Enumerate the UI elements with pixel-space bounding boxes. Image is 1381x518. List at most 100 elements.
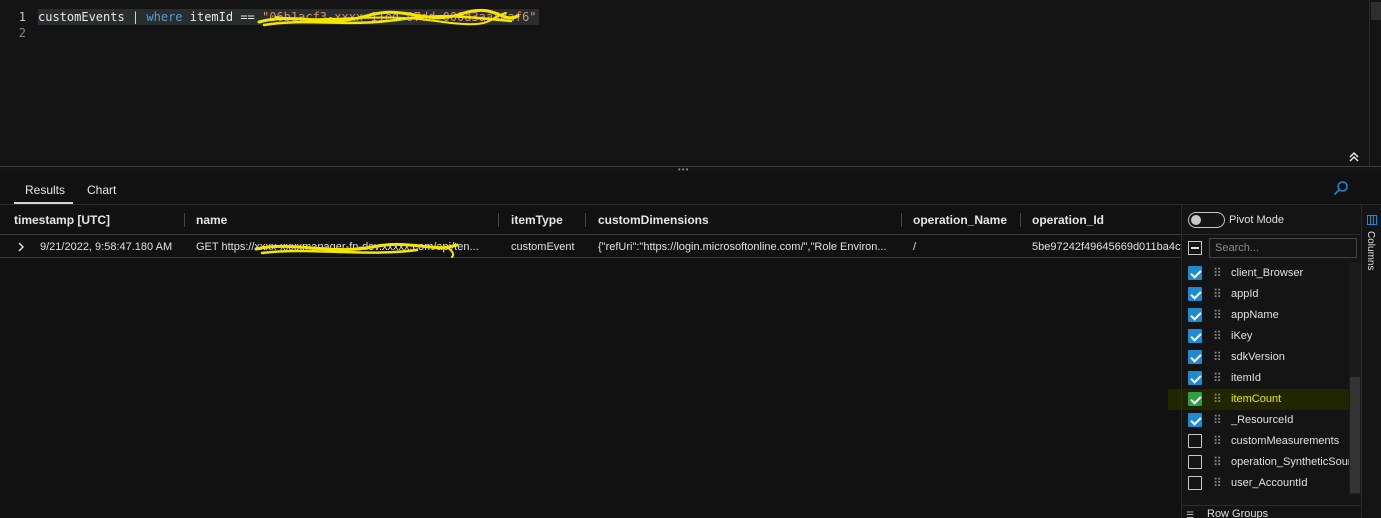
column-checkbox[interactable] xyxy=(1188,266,1202,280)
column-list: ⠿ client_Browser ⠿ appId ⠿ appName ⠿ iKe… xyxy=(1182,263,1350,495)
column-item[interactable]: ⠿ itemId xyxy=(1182,368,1350,389)
side-tab-columns[interactable]: Columns xyxy=(1362,213,1381,283)
query-pipe: | xyxy=(124,10,147,24)
columns-icon xyxy=(1367,215,1377,225)
pivot-mode-row: Pivot Mode xyxy=(1182,205,1362,235)
column-item[interactable]: ⠿ appName xyxy=(1182,305,1350,326)
query-keyword: where xyxy=(146,10,183,24)
column-header-customdimensions[interactable]: customDimensions xyxy=(584,205,709,235)
column-checkbox[interactable] xyxy=(1188,434,1202,448)
table-row[interactable]: 9/21/2022, 9:58:47.180 AM GET https://xx… xyxy=(0,236,1181,258)
column-item[interactable]: ⠿ sdkVersion xyxy=(1182,347,1350,368)
column-item-label: operation_SyntheticSource xyxy=(1231,456,1350,468)
column-item[interactable]: ⠿ appId xyxy=(1182,284,1350,305)
column-header-operation-name[interactable]: operation_Name xyxy=(899,205,1007,235)
pivot-mode-label: Pivot Mode xyxy=(1229,214,1285,226)
columns-tool-panel: Pivot Mode ⠿ client_Browser ⠿ appId ⠿ ap… xyxy=(1181,205,1362,518)
editor-scrollbar-thumb[interactable] xyxy=(1371,2,1381,20)
results-grid: timestamp [UTC] name itemType customDime… xyxy=(0,205,1181,518)
query-editor[interactable]: 1 customEvents | where itemId == "06b1ac… xyxy=(0,0,1381,166)
line-number: 2 xyxy=(18,26,26,40)
drag-handle-icon[interactable]: ⠿ xyxy=(1213,433,1222,449)
drag-handle-icon[interactable]: ⠿ xyxy=(1213,391,1222,407)
tab-results[interactable]: Results xyxy=(14,176,74,204)
cell-timestamp[interactable]: 9/21/2022, 9:58:47.180 AM xyxy=(40,236,182,258)
collapse-editor-icon[interactable] xyxy=(1347,150,1361,164)
column-checkbox[interactable] xyxy=(1188,455,1202,469)
column-item-label: sdkVersion xyxy=(1231,351,1285,363)
line-number: 1 xyxy=(18,10,26,24)
column-item-label: user_AccountId xyxy=(1231,477,1308,489)
column-search-input[interactable] xyxy=(1209,238,1357,258)
column-item[interactable]: ⠿ client_Browser xyxy=(1182,263,1350,284)
highlight-marker xyxy=(1168,389,1182,410)
column-item-label: itemId xyxy=(1231,372,1261,384)
column-item[interactable]: ⠿ operation_SyntheticSource xyxy=(1182,452,1350,473)
column-checkbox[interactable] xyxy=(1188,308,1202,322)
column-checkbox[interactable] xyxy=(1188,392,1202,406)
cell-itemtype[interactable]: customEvent xyxy=(511,236,585,258)
column-item[interactable]: ⠿ user_AccountId xyxy=(1182,473,1350,494)
column-header-timestamp[interactable]: timestamp [UTC] xyxy=(0,205,110,235)
column-item-label: customMeasurements xyxy=(1231,435,1340,447)
drag-handle-icon[interactable]: ⠿ xyxy=(1213,454,1222,470)
side-tab-columns-label: Columns xyxy=(1365,231,1376,271)
search-results-icon[interactable] xyxy=(1333,180,1349,196)
column-list-scrollbar-thumb[interactable] xyxy=(1350,377,1360,493)
editor-scrollbar[interactable] xyxy=(1369,0,1381,166)
drag-handle-icon[interactable]: ⠿ xyxy=(1213,475,1222,491)
result-tabs: Results Chart xyxy=(0,176,1381,204)
cell-operation-name[interactable]: / xyxy=(913,236,1013,258)
drag-handle-icon[interactable]: ⠿ xyxy=(1213,370,1222,386)
splitter-grip-icon[interactable]: ••• xyxy=(678,166,689,174)
row-groups-icon: ☰ xyxy=(1186,510,1195,518)
drag-handle-icon[interactable]: ⠿ xyxy=(1213,412,1222,428)
pane-splitter[interactable]: ••• xyxy=(0,166,1381,174)
expand-row-icon[interactable] xyxy=(16,236,28,258)
column-item-label: appName xyxy=(1231,309,1279,321)
column-item[interactable]: ⠿ _ResourceId xyxy=(1182,410,1350,431)
editor-line-2[interactable]: 2 xyxy=(0,25,1370,41)
column-item[interactable]: ⠿ itemCount xyxy=(1182,389,1350,410)
column-checkbox[interactable] xyxy=(1188,371,1202,385)
column-header-operation-id[interactable]: operation_Id xyxy=(1018,205,1104,235)
tab-chart[interactable]: Chart xyxy=(87,176,116,204)
query-table: customEvents xyxy=(38,10,125,24)
column-header-name[interactable]: name xyxy=(182,205,227,235)
column-checkbox[interactable] xyxy=(1188,350,1202,364)
column-item-label: iKey xyxy=(1231,330,1253,342)
select-all-columns-checkbox[interactable] xyxy=(1188,241,1202,255)
column-list-scrollbar[interactable] xyxy=(1349,263,1361,495)
column-header-itemtype[interactable]: itemType xyxy=(497,205,563,235)
column-item-label: appId xyxy=(1231,288,1259,300)
column-item-label: _ResourceId xyxy=(1231,414,1294,426)
drag-handle-icon[interactable]: ⠿ xyxy=(1213,286,1222,302)
pivot-mode-toggle[interactable] xyxy=(1188,212,1225,228)
drag-handle-icon[interactable]: ⠿ xyxy=(1213,307,1222,323)
query-field: itemId == xyxy=(182,10,262,24)
query-value: "06b1acf3-xxxx-11ed-97dd-000d3aa44af6" xyxy=(262,10,537,24)
toggle-knob xyxy=(1191,215,1201,225)
column-item[interactable]: ⠿ customMeasurements xyxy=(1182,431,1350,452)
column-checkbox[interactable] xyxy=(1188,329,1202,343)
column-checkbox[interactable] xyxy=(1188,413,1202,427)
column-item-label: client_Browser xyxy=(1231,267,1304,279)
drag-handle-icon[interactable]: ⠿ xyxy=(1213,349,1222,365)
drag-handle-icon[interactable]: ⠿ xyxy=(1213,265,1222,281)
side-tabs: Columns xyxy=(1361,205,1381,518)
column-checkbox[interactable] xyxy=(1188,287,1202,301)
cell-operation-id[interactable]: 5be97242f49645669d011ba4cfa xyxy=(1032,236,1181,258)
cell-customdimensions[interactable]: {"refUri":"https://login.microsoftonline… xyxy=(598,236,898,258)
query-text[interactable]: customEvents | where itemId == "06b1acf3… xyxy=(38,9,539,25)
drag-handle-icon[interactable]: ⠿ xyxy=(1213,328,1222,344)
tab-results-label: Results xyxy=(25,183,66,197)
column-item-label: itemCount xyxy=(1231,393,1282,405)
editor-line-1[interactable]: 1 customEvents | where itemId == "06b1ac… xyxy=(0,9,1370,25)
column-item[interactable]: ⠿ iKey xyxy=(1182,326,1350,347)
row-groups-label: Row Groups xyxy=(1207,508,1269,518)
tab-chart-label: Chart xyxy=(87,183,117,197)
row-groups-section[interactable]: ☰ Row Groups xyxy=(1182,505,1362,518)
cell-name[interactable]: GET https://xxxx-xxxxmanager-fn-dev.xxxx… xyxy=(196,236,486,258)
column-checkbox[interactable] xyxy=(1188,476,1202,490)
grid-header: timestamp [UTC] name itemType customDime… xyxy=(0,205,1181,235)
